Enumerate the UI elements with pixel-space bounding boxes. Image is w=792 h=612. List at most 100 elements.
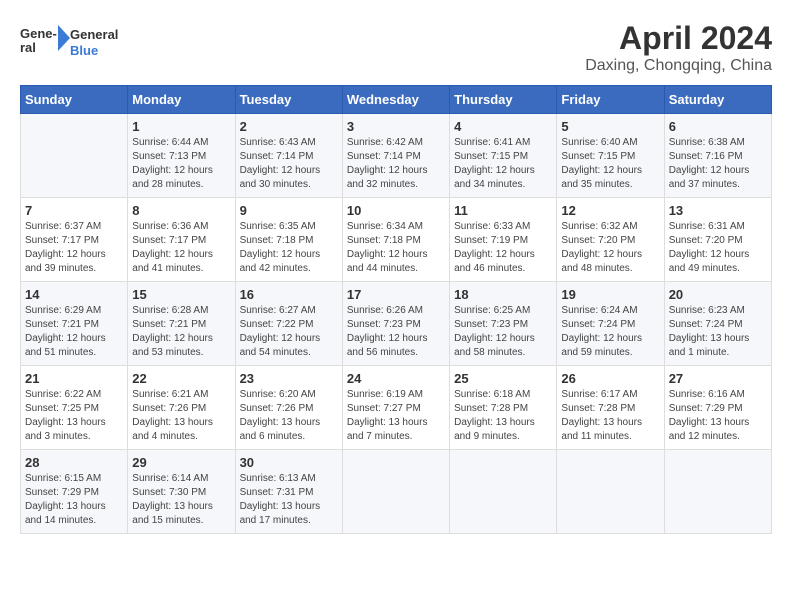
day-number: 28: [25, 455, 123, 470]
day-number: 1: [132, 119, 230, 134]
day-number: 17: [347, 287, 445, 302]
day-info: Sunrise: 6:18 AM Sunset: 7:28 PM Dayligh…: [454, 388, 552, 444]
week-row-2: 7 Sunrise: 6:37 AM Sunset: 7:17 PM Daylig…: [21, 198, 772, 282]
weekday-header-friday: Friday: [557, 86, 664, 114]
day-info: Sunrise: 6:20 AM Sunset: 7:26 PM Dayligh…: [240, 388, 338, 444]
day-number: 11: [454, 203, 552, 218]
title-block: April 2024 Daxing, Chongqing, China: [585, 20, 772, 75]
calendar-cell: [664, 450, 771, 534]
day-info: Sunrise: 6:43 AM Sunset: 7:14 PM Dayligh…: [240, 136, 338, 192]
day-info: Sunrise: 6:33 AM Sunset: 7:19 PM Dayligh…: [454, 220, 552, 276]
day-info: Sunrise: 6:19 AM Sunset: 7:27 PM Dayligh…: [347, 388, 445, 444]
calendar-cell: 28Sunrise: 6:15 AM Sunset: 7:29 PM Dayli…: [21, 450, 128, 534]
day-number: 25: [454, 371, 552, 386]
day-number: 9: [240, 203, 338, 218]
calendar-cell: 27 Sunrise: 6:16 AM Sunset: 7:29 PM Dayli…: [664, 366, 771, 450]
day-info: Sunrise: 6:13 AM Sunset: 7:31 PM Dayligh…: [240, 472, 338, 528]
day-number: 14: [25, 287, 123, 302]
svg-text:ral: ral: [20, 40, 36, 55]
day-info: Sunrise: 6:37 AM Sunset: 7:17 PM Dayligh…: [25, 220, 123, 276]
week-row-3: 14 Sunrise: 6:29 AM Sunset: 7:21 PM Dayli…: [21, 282, 772, 366]
day-number: 30: [240, 455, 338, 470]
calendar-cell: 23 Sunrise: 6:20 AM Sunset: 7:26 PM Dayli…: [235, 366, 342, 450]
day-number: 20: [669, 287, 767, 302]
logo-icon: Gene- ral: [20, 20, 70, 65]
calendar-cell: [21, 114, 128, 198]
calendar-cell: 20Sunrise: 6:23 AM Sunset: 7:24 PM Dayli…: [664, 282, 771, 366]
day-number: 5: [561, 119, 659, 134]
day-info: Sunrise: 6:34 AM Sunset: 7:18 PM Dayligh…: [347, 220, 445, 276]
day-info: Sunrise: 6:32 AM Sunset: 7:20 PM Dayligh…: [561, 220, 659, 276]
calendar-cell: 25 Sunrise: 6:18 AM Sunset: 7:28 PM Dayli…: [450, 366, 557, 450]
day-number: 13: [669, 203, 767, 218]
day-number: 27: [669, 371, 767, 386]
day-info: Sunrise: 6:22 AM Sunset: 7:25 PM Dayligh…: [25, 388, 123, 444]
logo: Gene- ral GeneralBlue: [20, 20, 118, 65]
day-number: 29: [132, 455, 230, 470]
day-info: Sunrise: 6:31 AM Sunset: 7:20 PM Dayligh…: [669, 220, 767, 276]
calendar-cell: 21Sunrise: 6:22 AM Sunset: 7:25 PM Dayli…: [21, 366, 128, 450]
day-number: 8: [132, 203, 230, 218]
calendar-cell: [450, 450, 557, 534]
day-number: 18: [454, 287, 552, 302]
day-info: Sunrise: 6:44 AM Sunset: 7:13 PM Dayligh…: [132, 136, 230, 192]
day-info: Sunrise: 6:29 AM Sunset: 7:21 PM Dayligh…: [25, 304, 123, 360]
day-info: Sunrise: 6:38 AM Sunset: 7:16 PM Dayligh…: [669, 136, 767, 192]
weekday-header-wednesday: Wednesday: [342, 86, 449, 114]
calendar-cell: 22Sunrise: 6:21 AM Sunset: 7:26 PM Dayli…: [128, 366, 235, 450]
calendar-cell: 7 Sunrise: 6:37 AM Sunset: 7:17 PM Daylig…: [21, 198, 128, 282]
calendar-cell: 19 Sunrise: 6:24 AM Sunset: 7:24 PM Dayli…: [557, 282, 664, 366]
calendar-cell: 10 Sunrise: 6:34 AM Sunset: 7:18 PM Dayli…: [342, 198, 449, 282]
week-row-1: 1 Sunrise: 6:44 AM Sunset: 7:13 PM Daylig…: [21, 114, 772, 198]
day-info: Sunrise: 6:40 AM Sunset: 7:15 PM Dayligh…: [561, 136, 659, 192]
day-info: Sunrise: 6:25 AM Sunset: 7:23 PM Dayligh…: [454, 304, 552, 360]
day-number: 19: [561, 287, 659, 302]
day-number: 12: [561, 203, 659, 218]
day-info: Sunrise: 6:27 AM Sunset: 7:22 PM Dayligh…: [240, 304, 338, 360]
week-row-4: 21Sunrise: 6:22 AM Sunset: 7:25 PM Dayli…: [21, 366, 772, 450]
day-info: Sunrise: 6:42 AM Sunset: 7:14 PM Dayligh…: [347, 136, 445, 192]
day-number: 2: [240, 119, 338, 134]
calendar-cell: 3 Sunrise: 6:42 AM Sunset: 7:14 PM Daylig…: [342, 114, 449, 198]
day-info: Sunrise: 6:21 AM Sunset: 7:26 PM Dayligh…: [132, 388, 230, 444]
day-info: Sunrise: 6:36 AM Sunset: 7:17 PM Dayligh…: [132, 220, 230, 276]
day-info: Sunrise: 6:24 AM Sunset: 7:24 PM Dayligh…: [561, 304, 659, 360]
calendar-cell: 1 Sunrise: 6:44 AM Sunset: 7:13 PM Daylig…: [128, 114, 235, 198]
weekday-header-tuesday: Tuesday: [235, 86, 342, 114]
calendar-table: SundayMondayTuesdayWednesdayThursdayFrid…: [20, 85, 772, 534]
calendar-cell: 30 Sunrise: 6:13 AM Sunset: 7:31 PM Dayli…: [235, 450, 342, 534]
page-header: Gene- ral GeneralBlue April 2024 Daxing,…: [20, 20, 772, 75]
day-info: Sunrise: 6:26 AM Sunset: 7:23 PM Dayligh…: [347, 304, 445, 360]
calendar-cell: 13 Sunrise: 6:31 AM Sunset: 7:20 PM Dayli…: [664, 198, 771, 282]
day-number: 3: [347, 119, 445, 134]
weekday-header-sunday: Sunday: [21, 86, 128, 114]
day-number: 15: [132, 287, 230, 302]
calendar-cell: 18 Sunrise: 6:25 AM Sunset: 7:23 PM Dayli…: [450, 282, 557, 366]
day-number: 4: [454, 119, 552, 134]
day-info: Sunrise: 6:41 AM Sunset: 7:15 PM Dayligh…: [454, 136, 552, 192]
calendar-cell: 9 Sunrise: 6:35 AM Sunset: 7:18 PM Daylig…: [235, 198, 342, 282]
month-title: April 2024: [585, 20, 772, 57]
calendar-cell: 6Sunrise: 6:38 AM Sunset: 7:16 PM Daylig…: [664, 114, 771, 198]
day-number: 7: [25, 203, 123, 218]
calendar-cell: 12 Sunrise: 6:32 AM Sunset: 7:20 PM Dayli…: [557, 198, 664, 282]
day-info: Sunrise: 6:16 AM Sunset: 7:29 PM Dayligh…: [669, 388, 767, 444]
day-number: 23: [240, 371, 338, 386]
day-number: 26: [561, 371, 659, 386]
calendar-cell: [557, 450, 664, 534]
day-number: 24: [347, 371, 445, 386]
calendar-cell: 2 Sunrise: 6:43 AM Sunset: 7:14 PM Daylig…: [235, 114, 342, 198]
calendar-cell: 15Sunrise: 6:28 AM Sunset: 7:21 PM Dayli…: [128, 282, 235, 366]
svg-text:Gene-: Gene-: [20, 26, 57, 41]
calendar-cell: 5 Sunrise: 6:40 AM Sunset: 7:15 PM Daylig…: [557, 114, 664, 198]
calendar-cell: 4 Sunrise: 6:41 AM Sunset: 7:15 PM Daylig…: [450, 114, 557, 198]
weekday-header-monday: Monday: [128, 86, 235, 114]
day-number: 10: [347, 203, 445, 218]
calendar-cell: 11 Sunrise: 6:33 AM Sunset: 7:19 PM Dayli…: [450, 198, 557, 282]
day-number: 16: [240, 287, 338, 302]
day-info: Sunrise: 6:17 AM Sunset: 7:28 PM Dayligh…: [561, 388, 659, 444]
calendar-cell: 17 Sunrise: 6:26 AM Sunset: 7:23 PM Dayli…: [342, 282, 449, 366]
day-info: Sunrise: 6:35 AM Sunset: 7:18 PM Dayligh…: [240, 220, 338, 276]
day-info: Sunrise: 6:14 AM Sunset: 7:30 PM Dayligh…: [132, 472, 230, 528]
calendar-cell: 29 Sunrise: 6:14 AM Sunset: 7:30 PM Dayli…: [128, 450, 235, 534]
